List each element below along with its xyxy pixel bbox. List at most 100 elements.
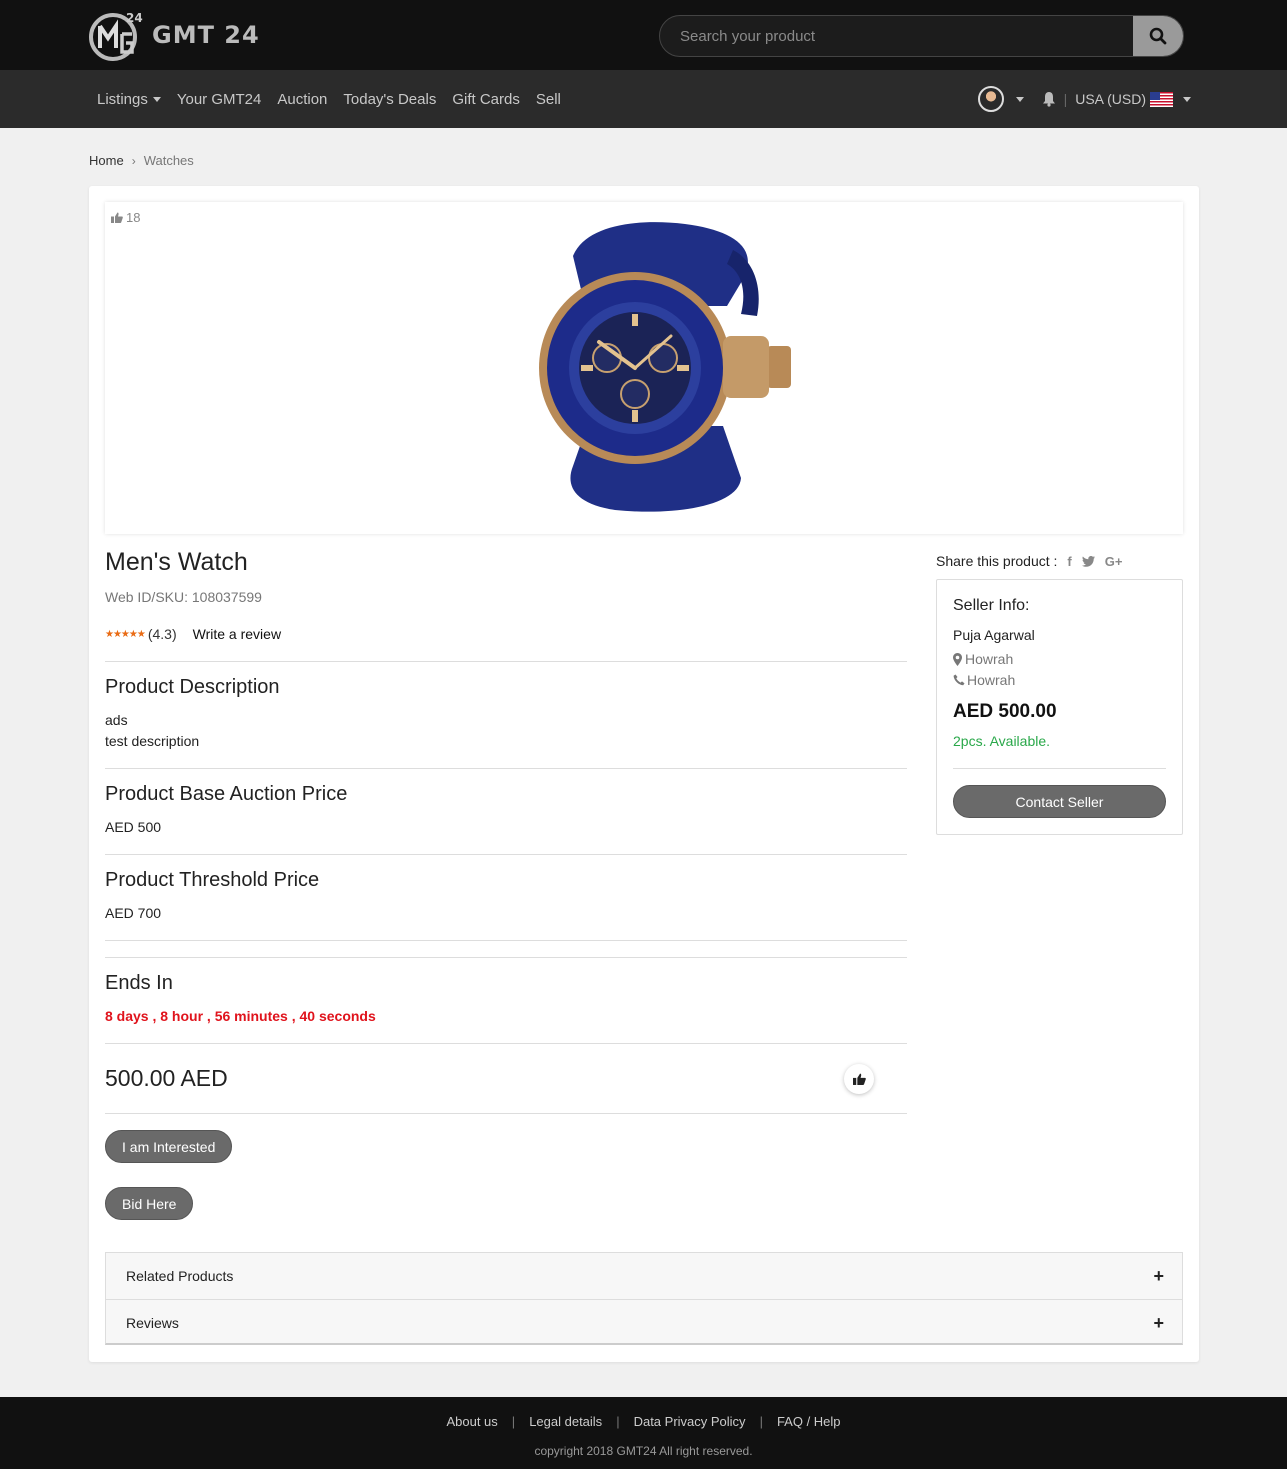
- base-price-value: AED 500: [105, 819, 162, 835]
- divider: [105, 1113, 907, 1114]
- seller-location: Howrah: [953, 651, 1013, 667]
- countdown-timer: 8 days , 8 hour , 56 minutes , 40 second…: [105, 1008, 376, 1024]
- description-line: test description: [105, 733, 200, 749]
- nav-item-listings[interactable]: Listings: [97, 91, 161, 108]
- main-nav: Listings Your GMT24 Auction Today's Deal…: [0, 70, 1287, 128]
- footer: About us | Legal details | Data Privacy …: [0, 1397, 1287, 1469]
- product-rating: ★★★★★ (4.3) Write a review: [105, 626, 281, 642]
- seller-location-text: Howrah: [965, 651, 1014, 667]
- like-count: 18: [111, 210, 140, 225]
- star-rating-icon: ★★★★★: [105, 628, 146, 640]
- footer-link-about[interactable]: About us: [446, 1414, 497, 1429]
- thumbs-up-icon: [852, 1073, 866, 1085]
- brand-name: GMT 24: [152, 21, 260, 49]
- footer-link-privacy[interactable]: Data Privacy Policy: [634, 1414, 746, 1429]
- interested-button[interactable]: I am Interested: [105, 1130, 233, 1163]
- like-button[interactable]: [844, 1064, 874, 1094]
- product-image[interactable]: [495, 216, 795, 518]
- svg-text:24: 24: [126, 11, 143, 25]
- nav-item-todays-deals[interactable]: Today's Deals: [343, 91, 436, 108]
- seller-price: AED 500.00: [953, 701, 1057, 722]
- footer-link-legal[interactable]: Legal details: [529, 1414, 602, 1429]
- divider: |: [616, 1414, 620, 1429]
- breadcrumb: Home › Watches: [89, 153, 194, 168]
- accordion-reviews[interactable]: Reviews +: [106, 1299, 1182, 1345]
- description-heading: Product Description: [105, 676, 280, 698]
- logo-mark-icon: 24: [89, 11, 143, 61]
- share-bar: Share this product : f G+: [936, 553, 1122, 569]
- product-card: 18 Men's Watch Web ID/SKU: 108037599 ★★★…: [89, 186, 1199, 1362]
- map-marker-icon: [953, 652, 962, 666]
- accordion-label: Reviews: [126, 1314, 179, 1331]
- search-input[interactable]: [660, 16, 1134, 56]
- accordion-label: Related Products: [126, 1268, 234, 1284]
- avatar[interactable]: [977, 86, 1004, 112]
- rating-value: (4.3): [147, 626, 177, 642]
- seller-info-box: Seller Info: Puja Agarwal Howrah Howrah …: [936, 579, 1183, 835]
- seller-info-heading: Seller Info:: [953, 597, 1030, 614]
- share-label: Share this product :: [936, 553, 1058, 569]
- plus-icon: +: [1153, 1313, 1164, 1333]
- top-header: 24 GMT 24: [0, 0, 1287, 70]
- divider: [105, 940, 907, 941]
- divider: |: [511, 1414, 516, 1429]
- currency-label: USA (USD): [1075, 91, 1146, 107]
- bid-here-button[interactable]: Bid Here: [105, 1187, 194, 1220]
- currency-selector[interactable]: USA (USD): [1075, 91, 1191, 107]
- nav-item-your-gmt24[interactable]: Your GMT24: [177, 91, 262, 108]
- chevron-right-icon: ›: [131, 153, 136, 168]
- nav-item-auction[interactable]: Auction: [277, 91, 327, 108]
- threshold-price-heading: Product Threshold Price: [105, 869, 320, 891]
- bell-icon[interactable]: [1042, 91, 1056, 107]
- nav-item-label: Listings: [97, 90, 148, 108]
- product-accordion: Related Products + Reviews +: [105, 1252, 1183, 1345]
- divider: [953, 768, 1166, 769]
- availability-status: 2pcs. Available.: [953, 733, 1051, 749]
- footer-link-faq[interactable]: FAQ / Help: [777, 1414, 841, 1429]
- write-review-link[interactable]: Write a review: [193, 626, 281, 642]
- base-price-heading: Product Base Auction Price: [105, 783, 348, 805]
- thumbs-up-icon: [111, 212, 123, 223]
- contact-seller-button[interactable]: Contact Seller: [953, 785, 1166, 818]
- accordion-related-products[interactable]: Related Products +: [106, 1253, 1182, 1299]
- google-plus-icon[interactable]: G+: [1105, 554, 1123, 569]
- current-price: 500.00 AED: [105, 1065, 228, 1091]
- breadcrumb-watches[interactable]: Watches: [144, 153, 194, 168]
- divider: [105, 854, 907, 855]
- nav-links: Listings Your GMT24 Auction Today's Deal…: [97, 70, 577, 128]
- like-count-value: 18: [126, 210, 141, 225]
- divider: [105, 661, 907, 662]
- product-image-panel: 18: [105, 202, 1183, 534]
- brand-logo[interactable]: 24 GMT 24: [88, 8, 260, 62]
- phone-icon: [953, 674, 965, 686]
- product-title: Men's Watch: [105, 548, 248, 576]
- divider: [105, 768, 907, 769]
- breadcrumb-home[interactable]: Home: [89, 153, 124, 168]
- plus-icon: +: [1153, 1266, 1164, 1286]
- nav-item-gift-cards[interactable]: Gift Cards: [452, 91, 520, 108]
- facebook-icon[interactable]: f: [1067, 554, 1071, 569]
- ends-in-heading: Ends In: [105, 972, 173, 994]
- us-flag-icon: [1150, 91, 1173, 107]
- divider: |: [759, 1414, 763, 1429]
- chevron-down-icon[interactable]: [1015, 96, 1024, 102]
- search-icon: [1149, 27, 1167, 45]
- divider: [105, 957, 907, 958]
- copyright-text: copyright 2018 GMT24 All right reserved.: [534, 1444, 753, 1458]
- threshold-price-value: AED 700: [105, 905, 162, 921]
- nav-item-sell[interactable]: Sell: [536, 91, 561, 108]
- divider: [105, 1043, 907, 1044]
- description-line: ads: [105, 712, 128, 728]
- seller-phone-text: Howrah: [967, 672, 1016, 688]
- divider: |: [1063, 91, 1068, 107]
- product-sku: Web ID/SKU: 108037599: [105, 589, 262, 605]
- search-bar: [659, 15, 1184, 57]
- chevron-down-icon: [1183, 96, 1191, 102]
- footer-links: About us | Legal details | Data Privacy …: [0, 1414, 1287, 1429]
- chevron-down-icon: [152, 97, 161, 103]
- twitter-icon[interactable]: [1081, 555, 1095, 567]
- nav-utilities: | USA (USD): [977, 70, 1191, 128]
- seller-phone: Howrah: [953, 672, 1015, 688]
- search-button[interactable]: [1133, 16, 1183, 56]
- seller-name: Puja Agarwal: [953, 627, 1035, 643]
